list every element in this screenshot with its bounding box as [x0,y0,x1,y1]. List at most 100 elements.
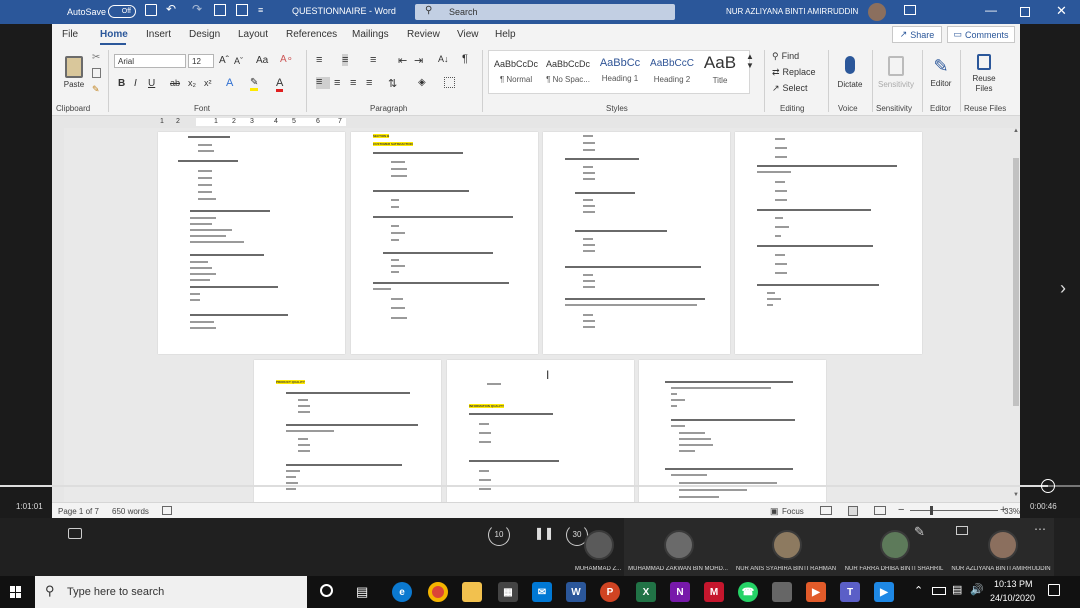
zoom-out-icon[interactable]: − [898,504,904,516]
highlight-icon[interactable]: ✎ [250,77,259,91]
more-options-icon[interactable]: ⋯ [1034,522,1046,536]
focus-icon[interactable]: ▣ [770,506,779,517]
screen-share-icon[interactable] [956,526,968,535]
format-painter-icon[interactable]: ✎ [92,84,100,95]
borders-icon[interactable] [444,77,455,88]
document-page[interactable] [639,360,826,502]
align-left-icon[interactable]: ≡ [316,77,330,89]
minimize-icon[interactable]: — [985,3,997,17]
network-icon[interactable]: ▤ [952,583,962,596]
tab-home[interactable]: Home [100,29,128,40]
document-page[interactable]: SECTION B CUSTOMER SATISFACTION [351,132,538,354]
task-view-icon[interactable]: ▤ [356,584,368,600]
sort-icon[interactable]: A↓ [438,54,449,64]
battery-icon[interactable] [932,587,946,595]
decrease-indent-icon[interactable]: ⇤ [398,54,407,67]
tab-references[interactable]: References [286,29,337,40]
copy-icon[interactable] [92,68,101,78]
shading-icon[interactable]: ◈ [418,77,426,88]
style-no-spacing[interactable]: AaBbCcDc ¶ No Spac... [543,53,593,93]
scroll-down-icon[interactable]: ▼ [1013,492,1019,498]
superscript-icon[interactable]: x² [204,78,212,88]
change-case-icon[interactable]: Aa [256,55,268,66]
shrink-font-icon[interactable]: Aˇ [234,56,243,66]
subscript-icon[interactable]: x₂ [188,78,196,88]
taskbar-date[interactable]: 24/10/2020 [990,593,1035,603]
style-heading-2[interactable]: AaBbCcC Heading 2 [647,53,697,93]
undo-icon[interactable]: ↶ [166,2,176,16]
read-mode-icon[interactable] [820,506,832,515]
grow-font-icon[interactable]: Aˆ [219,55,229,66]
show-hidden-icons[interactable]: ⌃ [914,584,923,597]
comments-button[interactable]: ▭ Comments [947,26,1015,43]
maximize-icon[interactable] [1020,7,1030,17]
document-page[interactable] [158,132,345,354]
page-count[interactable]: Page 1 of 7 [58,507,99,516]
align-center-icon[interactable]: ≡ [334,77,340,89]
reuse-files-button[interactable]: Reuse Files [964,50,1004,98]
styles-gallery[interactable]: AaBbCcDc ¶ Normal AaBbCcDc ¶ No Spac... … [488,50,750,94]
word-app-icon[interactable]: W [566,582,586,602]
tab-insert[interactable]: Insert [146,29,171,40]
style-normal[interactable]: AaBbCcDc ¶ Normal [491,53,541,93]
participant-tile[interactable]: NUR FARRA DHIBA BINTI SHAHRIL ✎ [840,518,948,576]
font-size-box[interactable]: 12 [188,54,214,68]
select-button[interactable]: ↗ Select [772,83,808,94]
onenote-app-icon[interactable]: N [670,582,690,602]
sensitivity-button[interactable]: Sensitivity [874,50,918,94]
tab-mailings[interactable]: Mailings [352,29,389,40]
increase-indent-icon[interactable]: ⇥ [414,54,423,67]
document-page[interactable] [735,132,922,354]
dictate-button[interactable]: Dictate [832,50,868,94]
show-marks-icon[interactable]: ¶ [462,53,468,65]
print-layout-icon[interactable] [848,506,858,516]
notifications-icon[interactable] [1048,584,1060,596]
find-button[interactable]: ⚲ Find [772,51,799,62]
vertical-scrollbar[interactable]: ▲ ▼ [1012,128,1020,502]
volume-icon[interactable]: 🔊 [970,583,984,596]
mendeley-icon[interactable]: M [704,582,724,602]
paint-app-icon[interactable]: ▶ [874,582,894,602]
cut-icon[interactable]: ✂ [92,52,100,63]
autosave-toggle[interactable]: Off [108,5,136,18]
scroll-up-icon[interactable]: ▲ [1013,128,1019,134]
video-seekbar[interactable] [0,479,1080,493]
edge-icon[interactable]: e [392,582,412,602]
excel-app-icon[interactable]: X [636,582,656,602]
paste-button[interactable]: Paste [60,50,88,94]
font-color-icon[interactable]: A [276,77,284,92]
windows-start-icon[interactable] [10,586,22,598]
focus-label[interactable]: Focus [782,507,804,516]
document-page[interactable]: I INFORMATION QUALITY [447,360,634,502]
tab-design[interactable]: Design [189,29,220,40]
whatsapp-icon[interactable]: ☎ [738,582,758,602]
numbering-icon[interactable]: ≡ [342,54,349,66]
share-button[interactable]: ↗ Share [892,26,942,43]
user-name[interactable]: NUR AZLIYANA BINTI AMIRRUDDIN [726,7,858,16]
styles-scroll-icon[interactable]: ▲ ▼ [746,52,754,70]
italic-icon[interactable]: I [134,78,137,89]
close-icon[interactable]: ✕ [1056,3,1067,19]
document-canvas[interactable]: SECTION B CUSTOMER SATISFACTION PRODUCT … [64,128,1012,502]
captions-icon[interactable] [68,528,82,539]
table-icon[interactable] [236,4,248,16]
proofing-icon[interactable] [162,506,172,515]
font-name-box[interactable]: Arial [114,54,186,68]
print-preview-icon[interactable] [214,4,226,16]
title-search-box[interactable]: ⚲ Search [415,4,675,20]
next-arrow-icon[interactable]: › [1060,278,1066,299]
mail-icon[interactable]: ✉ [532,582,552,602]
chrome-icon[interactable] [428,582,448,602]
teams-app-icon[interactable]: T [840,582,860,602]
media-player-icon[interactable]: ▶ [806,582,826,602]
tab-review[interactable]: Review [407,29,440,40]
participant-tile[interactable]: MUHAMMAD Z... [570,518,626,576]
powerpoint-app-icon[interactable]: P [600,582,620,602]
save-icon[interactable] [145,4,157,16]
document-page[interactable]: PRODUCT QUALITY [254,360,441,502]
rewind-button[interactable]: 10 [488,524,510,546]
cortana-icon[interactable] [320,584,333,597]
file-explorer-icon[interactable] [462,582,482,602]
underline-icon[interactable]: U [148,78,155,89]
zoom-slider[interactable] [910,506,998,515]
